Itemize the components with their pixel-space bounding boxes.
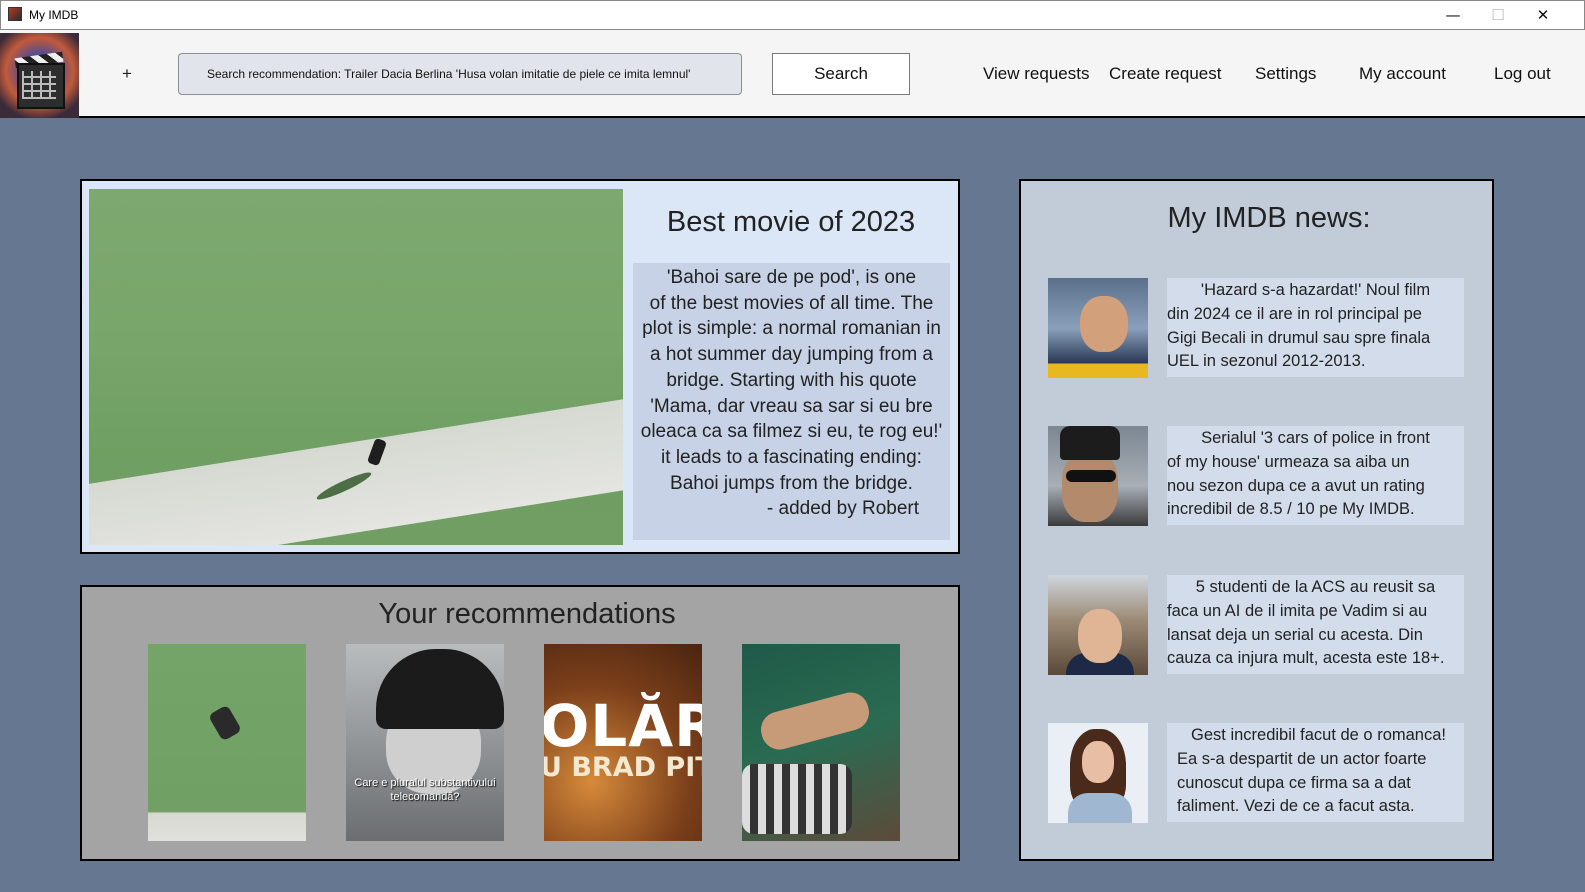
app-logo[interactable] — [0, 33, 79, 118]
news-text-4[interactable]: Gest incredibil facut de o romanca! Ea s… — [1167, 723, 1464, 822]
minimize-button[interactable]: — — [1431, 2, 1475, 28]
person-face — [1078, 609, 1122, 663]
recommendation-thumbnail-3[interactable]: OLĂRIT U BRAD PIT — [544, 644, 702, 841]
search-button[interactable]: Search — [772, 53, 910, 95]
news-line: 'Hazard s-a hazardat!' Noul film — [1200, 281, 1431, 299]
news-line: lansat deja un serial cu acesta. Din — [1167, 625, 1423, 644]
thumbnail-subcaption: U BRAD PIT — [544, 752, 702, 783]
news-line: UEL in sezonul 2012-2013. — [1167, 352, 1366, 371]
body-shape — [1068, 793, 1132, 823]
description-line: it leads to a fascinating ending: — [661, 446, 922, 468]
film-grid-decoration — [22, 71, 56, 99]
news-line: cunoscut dupa ce firma sa a dat — [1177, 773, 1411, 792]
news-line: 5 studenti de la ACS au reusit sa — [1195, 578, 1436, 596]
bridge-ledge — [89, 393, 623, 545]
close-button[interactable]: ✕ — [1521, 2, 1565, 28]
thumbnail-caption: Care e pluralul substantivului telecoman… — [354, 777, 496, 803]
add-button[interactable]: + — [122, 64, 132, 84]
news-text-3[interactable]: 5 studenti de la ACS au reusit sa faca u… — [1167, 575, 1464, 674]
news-line: Gest incredibil facut de o romanca! — [1191, 726, 1446, 744]
nav-view-requests[interactable]: View requests — [983, 64, 1089, 84]
recommendations-title: Your recommendations — [378, 598, 676, 630]
search-input[interactable] — [178, 53, 742, 95]
sunglasses-shape — [1066, 470, 1116, 482]
thumbnail-caption: OLĂRIT — [544, 692, 702, 760]
person-face — [1062, 452, 1118, 522]
window-titlebar — [0, 0, 1585, 30]
news-line: Ea s-a despartit de un actor foarte — [1177, 749, 1427, 768]
news-thumbnail-2[interactable] — [1048, 426, 1148, 526]
description-line: 'Bahoi sare de pe pod', is one — [666, 267, 917, 288]
news-line: Gigi Becali in drumul sau spre finala — [1167, 328, 1431, 347]
description-line: plot is simple: a normal romanian in — [642, 318, 941, 340]
maximize-button[interactable]: ☐ — [1476, 2, 1520, 28]
news-line: faliment. Vezi de ce a facut asta. — [1177, 797, 1415, 816]
description-line: Bahoi jumps from the bridge. — [670, 472, 913, 494]
jumping-figure — [207, 704, 243, 742]
recommendation-thumbnail-4[interactable] — [742, 644, 900, 841]
object-shape — [742, 764, 852, 834]
nav-settings[interactable]: Settings — [1255, 64, 1316, 84]
news-text-1[interactable]: 'Hazard s-a hazardat!' Noul film din 202… — [1167, 278, 1464, 377]
recommendation-thumbnail-2[interactable]: Care e pluralul substantivului telecoman… — [346, 644, 504, 841]
featured-title: Best movie of 2023 — [666, 206, 916, 238]
news-line: of my house' urmeaza sa aiba un — [1167, 452, 1410, 471]
description-line: oleaca ca sa filmez si eu, te rog eu!' — [640, 421, 943, 443]
description-line: of the best movies of all time. The — [649, 292, 934, 314]
person-face — [1082, 741, 1114, 783]
news-line: cauza ca injura mult, acesta este 18+. — [1167, 649, 1445, 668]
news-thumbnail-3[interactable] — [1048, 575, 1148, 675]
app-icon — [8, 7, 22, 21]
news-line: incredibil de 8.5 / 10 pe My IMDB. — [1167, 500, 1415, 519]
description-line: a hot summer day jumping from a — [649, 344, 933, 366]
nav-create-request[interactable]: Create request — [1109, 64, 1221, 84]
nav-log-out[interactable]: Log out — [1494, 64, 1551, 84]
news-line: faca un AI de il imita pe Vadim si au — [1167, 601, 1428, 620]
news-title: My IMDB news: — [1167, 202, 1371, 234]
nav-my-account[interactable]: My account — [1359, 64, 1446, 84]
description-line: bridge. Starting with his quote — [666, 369, 917, 391]
description-line: 'Mama, dar vreau sa sar si eu bre — [650, 395, 933, 417]
window-title: My IMDB — [29, 8, 79, 22]
news-line: Serialul '3 cars of police in front — [1201, 429, 1430, 447]
person-face — [1080, 296, 1128, 352]
news-text-2[interactable]: Serialul '3 cars of police in front of m… — [1167, 426, 1464, 525]
cap-shape — [1060, 426, 1120, 460]
news-line: din 2024 ce il are in rol principal pe — [1167, 304, 1422, 323]
news-thumbnail-1[interactable] — [1048, 278, 1148, 378]
beanie-hat — [376, 649, 504, 729]
featured-description: 'Bahoi sare de pe pod', is one of the be… — [633, 263, 950, 540]
featured-movie-image[interactable] — [89, 189, 623, 545]
arm-shape — [756, 688, 874, 754]
news-thumbnail-4[interactable] — [1048, 723, 1148, 823]
news-line: nou sezon dupa ce a avut un rating — [1167, 476, 1425, 495]
featured-author: - added by Robert — [766, 498, 919, 520]
recommendation-thumbnail-1[interactable] — [148, 644, 306, 841]
